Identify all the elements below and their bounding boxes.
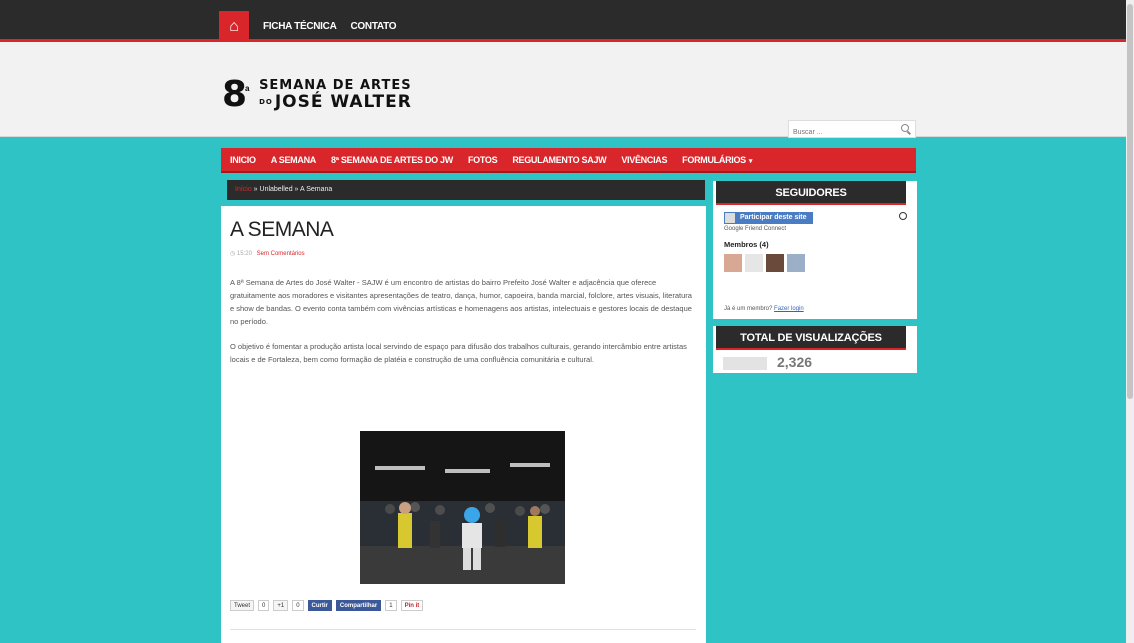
home-icon[interactable]: ⌂ [219, 11, 249, 43]
post-body: A 8ª Semana de Artes do José Walter - SA… [230, 276, 696, 378]
google-plus-count: 0 [292, 600, 304, 611]
logo-line-2: DO JOSÉ WALTER [259, 93, 412, 111]
nav-inicio[interactable]: INICIO [230, 155, 256, 165]
post-paragraph-1: A 8ª Semana de Artes do José Walter - SA… [230, 278, 692, 326]
top-link-ficha-tecnica[interactable]: FICHA TÉCNICA [263, 11, 337, 43]
nav-formularios[interactable]: FORMULÁRIOS ▾ [682, 155, 752, 165]
google-plus-button[interactable]: +1 [273, 600, 289, 611]
facebook-like-button[interactable]: Curtir [307, 600, 332, 611]
logo-line-1: SEMANA DE ARTES [259, 78, 412, 93]
members-label: Membros (4) [724, 240, 769, 249]
site-logo[interactable]: 8 a SEMANA DE ARTES DO JOSÉ WALTER [222, 74, 412, 115]
already-member-text: Já é um membro? [724, 306, 773, 312]
member-avatar[interactable] [745, 254, 763, 272]
main-nav: INICIO A SEMANA 8ª SEMANA DE ARTES DO JW… [221, 148, 916, 173]
nav-fotos[interactable]: FOTOS [468, 155, 498, 165]
post-meta: ◷ 15:20 Sem Comentários [230, 250, 305, 257]
top-bar: ⌂ FICHA TÉCNICA CONTATO [0, 0, 1134, 43]
breadcrumb-trail: » Unlabelled » A Semana [251, 186, 333, 193]
search-input[interactable] [789, 123, 897, 142]
top-nav: ⌂ FICHA TÉCNICA CONTATO [219, 11, 397, 43]
post-title: A SEMANA [230, 218, 334, 241]
logo-superscript: a [245, 84, 250, 93]
event-photo[interactable] [360, 431, 565, 584]
site-header: 8 a SEMANA DE ARTES DO JOSÉ WALTER [0, 42, 1134, 142]
comments-link[interactable]: Sem Comentários [257, 251, 305, 257]
gfc-icon [725, 213, 735, 223]
pageviews-widget: TOTAL DE VISUALIZAÇÕES 2,326 [713, 326, 917, 373]
top-link-contato[interactable]: CONTATO [351, 11, 397, 43]
nav-formularios-label: FORMULÁRIOS [682, 154, 746, 165]
tweet-count: 0 [258, 600, 270, 611]
logo-number: 8 [222, 74, 248, 115]
already-member: Já é um membro? Fazer login [724, 306, 804, 312]
post-article: A SEMANA ◷ 15:20 Sem Comentários A 8ª Se… [221, 206, 706, 643]
join-site-button[interactable]: Participar deste site [724, 212, 813, 224]
scrollbar[interactable] [1126, 0, 1134, 643]
breadcrumb-home-link[interactable]: Início [235, 186, 252, 193]
gfc-link-icon[interactable] [899, 212, 907, 220]
share-bar: Tweet 0 +1 0 Curtir Compartilhar 1 Pin i… [230, 600, 427, 611]
logo-line-2-text: JOSÉ WALTER [274, 92, 412, 112]
pageviews-sparkline [723, 357, 767, 370]
gfc-label: Google Friend Connect [724, 226, 787, 232]
search-icon[interactable] [901, 124, 909, 132]
search-box [788, 120, 916, 142]
post-divider [230, 629, 696, 630]
nav-regulamento[interactable]: REGULAMENTO SAJW [512, 155, 606, 165]
facebook-count: 1 [385, 600, 397, 611]
tweet-button[interactable]: Tweet [230, 600, 255, 611]
member-avatar[interactable] [766, 254, 784, 272]
login-link[interactable]: Fazer login [774, 306, 804, 312]
members-list [724, 254, 808, 272]
post-paragraph-2: O objetivo é fomentar a produção artista… [230, 342, 687, 364]
event-photo-image [360, 431, 565, 584]
member-avatar[interactable] [787, 254, 805, 272]
facebook-share-button[interactable]: Compartilhar [335, 600, 382, 611]
nav-8a-semana[interactable]: 8ª SEMANA DE ARTES DO JW [331, 155, 453, 165]
join-site-label: Participar deste site [740, 214, 807, 221]
scrollbar-thumb[interactable] [1127, 4, 1133, 399]
followers-widget: SEGUIDORES Participar deste site Google … [713, 181, 917, 319]
followers-title: SEGUIDORES [716, 181, 906, 205]
logo-prefix: DO [259, 98, 273, 106]
nav-a-semana[interactable]: A SEMANA [271, 155, 317, 165]
post-time: 15:20 [236, 251, 252, 257]
breadcrumb: Início » Unlabelled » A Semana [227, 180, 705, 200]
member-avatar[interactable] [724, 254, 742, 272]
pageviews-count: 2,326 [777, 354, 813, 370]
logo-text: SEMANA DE ARTES DO JOSÉ WALTER [259, 78, 412, 112]
nav-vivencias[interactable]: VIVÊNCIAS [621, 155, 667, 165]
pageviews-title: TOTAL DE VISUALIZAÇÕES [716, 326, 906, 350]
chevron-down-icon: ▾ [748, 157, 753, 165]
pinterest-button[interactable]: Pin it [400, 600, 424, 611]
clock-icon: ◷ [230, 251, 236, 257]
